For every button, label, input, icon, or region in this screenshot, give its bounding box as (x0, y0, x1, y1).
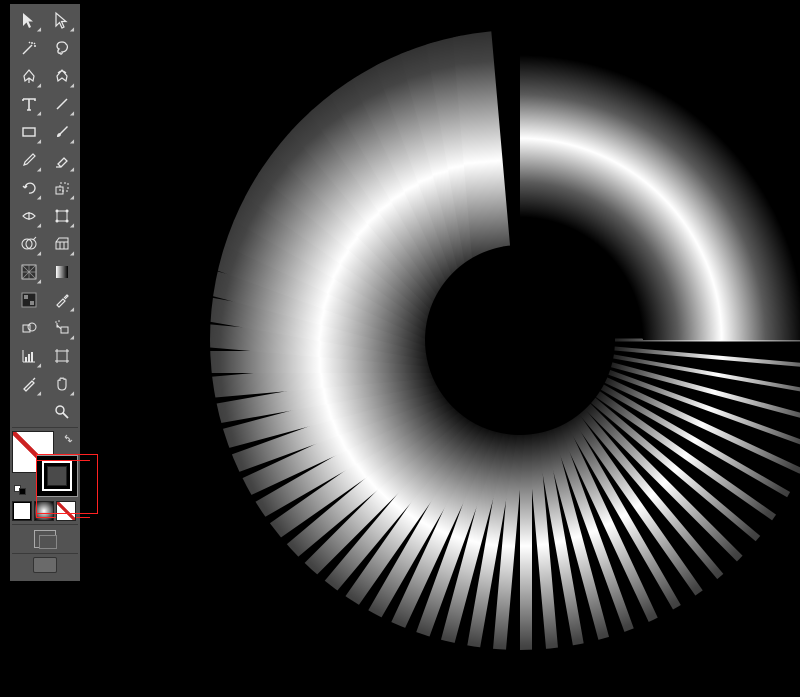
color-mode-none[interactable] (56, 501, 76, 521)
gradient-tool[interactable] (12, 286, 45, 314)
scale-tool[interactable] (45, 174, 78, 202)
artwork-ring (210, 30, 800, 650)
mesh-tool[interactable] (45, 258, 78, 286)
magic-wand-tool[interactable] (12, 34, 45, 62)
color-mode-row (12, 499, 78, 523)
slice-tool[interactable] (12, 370, 45, 398)
canvas[interactable] (90, 0, 800, 697)
fill-stroke-swatches (12, 431, 78, 497)
pencil-tool[interactable] (12, 146, 45, 174)
draw-behind-icon (39, 535, 57, 549)
line-tool[interactable] (45, 90, 78, 118)
zoom-tool[interactable] (45, 398, 78, 426)
live-paint-tool[interactable] (45, 230, 78, 258)
color-mode-gradient[interactable] (34, 501, 54, 521)
lasso-tool[interactable] (45, 34, 78, 62)
swap-fill-stroke-icon[interactable] (62, 433, 76, 447)
screen-mode-button[interactable] (12, 555, 78, 579)
selection-tool[interactable] (12, 6, 45, 34)
type-tool[interactable] (12, 90, 45, 118)
rotate-tool[interactable] (12, 174, 45, 202)
eyedropper-tool[interactable] (45, 286, 78, 314)
symbol-sprayer-tool[interactable] (45, 314, 78, 342)
pen-tool[interactable] (12, 62, 45, 90)
rectangle-tool[interactable] (12, 118, 45, 146)
blend-tool[interactable] (12, 314, 45, 342)
paintbrush-tool[interactable] (45, 118, 78, 146)
default-fill-stroke-icon[interactable] (14, 485, 28, 495)
draw-mode-row[interactable] (12, 526, 78, 552)
tools-panel (10, 4, 80, 581)
column-graph-tool[interactable] (12, 342, 45, 370)
direct-selection-tool[interactable] (45, 6, 78, 34)
curvature-tool[interactable] (45, 62, 78, 90)
color-mode-solid[interactable] (12, 501, 32, 521)
hand-tool[interactable] (45, 370, 78, 398)
stroke-swatch[interactable] (36, 455, 78, 497)
shape-builder-tool[interactable] (12, 230, 45, 258)
free-transform-tool[interactable] (45, 202, 78, 230)
screen-mode-icon (33, 557, 57, 573)
artboard-tool[interactable] (45, 342, 78, 370)
eraser-tool[interactable] (45, 146, 78, 174)
width-tool[interactable] (12, 202, 45, 230)
perspective-grid-tool[interactable] (12, 258, 45, 286)
